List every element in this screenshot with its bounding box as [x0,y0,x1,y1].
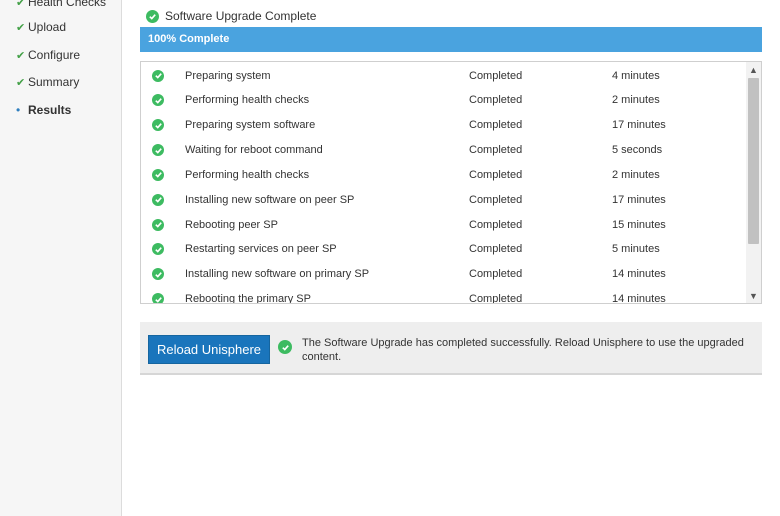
success-check-icon [152,144,164,157]
task-row: Rebooting the primary SP Completed 14 minu… [141,287,746,304]
task-status: Completed [469,144,523,157]
success-check-icon [278,340,292,354]
task-name: Waiting for reboot command [185,144,323,157]
task-list-scrollbar[interactable]: ▲ ▼ [746,62,761,303]
task-status: Completed [469,69,523,82]
task-duration: 2 minutes [612,94,660,107]
upgrade-status-header: Software Upgrade Complete [146,9,316,23]
reload-unisphere-button[interactable]: Reload Unisphere [148,335,270,364]
completion-message: The Software Upgrade has completed succe… [302,337,744,363]
task-duration: 17 minutes [612,119,666,132]
success-check-icon [152,268,164,281]
success-check-icon [152,119,164,132]
check-icon: ✔ [16,49,26,62]
task-row: Installing new software on peer SP Comple… [141,187,746,212]
step-summary[interactable]: ✔ Summary [16,73,79,91]
task-row: Rebooting peer SP Completed 15 minutes [141,212,746,237]
task-status: Completed [469,268,523,281]
step-label: Configure [28,48,81,62]
success-check-icon [152,243,164,256]
progress-label: 100% Complete [148,33,230,45]
step-health-checks[interactable]: ✔ Health Checks [16,0,106,11]
task-duration: 4 minutes [612,69,660,82]
check-icon: ✔ [16,76,26,89]
task-status: Completed [469,193,523,206]
task-duration: 2 minutes [612,168,660,181]
task-row: Restarting services on peer SP Completed 5… [141,237,746,262]
task-status: Completed [469,293,523,304]
task-name: Installing new software on peer SP [185,193,355,206]
success-check-icon [152,193,164,206]
task-row: Preparing system Completed 4 minutes [141,63,746,88]
task-name: Performing health checks [185,94,310,107]
task-name: Performing health checks [185,168,310,181]
step-label: Upload [28,20,67,34]
task-duration: 5 seconds [612,144,663,157]
task-status: Completed [469,119,523,132]
task-duration: 14 minutes [612,293,666,304]
task-duration: 5 minutes [612,243,660,256]
check-icon: ✔ [16,0,26,9]
task-duration: 14 minutes [612,268,666,281]
task-row: Installing new software on primary SP Com… [141,262,746,287]
status-title: Software Upgrade Complete [165,9,317,23]
task-name: Installing new software on primary SP [185,268,370,281]
progress-bar: 100% Complete [140,27,762,52]
task-name: Rebooting peer SP [185,218,278,231]
task-status: Completed [469,168,523,181]
task-status: Completed [469,243,523,256]
scroll-down-icon[interactable]: ▼ [746,288,761,303]
check-icon: ✔ [16,21,26,34]
task-name: Rebooting the primary SP [185,293,311,304]
success-check-icon [152,293,164,303]
step-configure[interactable]: ✔ Configure [16,46,80,64]
task-row: Preparing system software Completed 17 min… [141,113,746,138]
task-name: Preparing system software [185,119,316,132]
step-label: Summary [28,75,80,89]
success-check-icon [152,168,164,181]
scroll-up-icon[interactable]: ▲ [746,62,761,77]
step-label: Results [28,103,72,117]
task-row: Waiting for reboot command Completed 5 sec… [141,138,746,163]
step-label: Health Checks [28,0,107,9]
task-name: Restarting services on peer SP [185,243,337,256]
step-upload[interactable]: ✔ Upload [16,18,66,36]
task-name: Preparing system [185,69,271,82]
success-check-icon [152,69,164,82]
task-list: Preparing system Completed 4 minutes Perfor… [140,61,762,304]
step-results[interactable]: • Results [16,101,71,119]
success-check-icon [146,9,159,23]
bullet-icon: • [16,103,21,117]
task-row: Performing health checks Completed 2 minut… [141,88,746,113]
success-check-icon [152,94,164,107]
task-row: Performing health checks Completed 2 minut… [141,162,746,187]
scroll-thumb[interactable] [748,78,759,244]
progress-fill [140,27,762,52]
wizard-steps-sidebar: ✔ Health Checks ✔ Upload ✔ Configure ✔ S… [0,0,122,516]
task-status: Completed [469,218,523,231]
task-duration: 15 minutes [612,218,666,231]
task-duration: 17 minutes [612,193,666,206]
completion-footer: Reload Unisphere The Software Upgrade ha… [140,322,762,375]
success-check-icon [152,218,164,231]
task-status: Completed [469,94,523,107]
